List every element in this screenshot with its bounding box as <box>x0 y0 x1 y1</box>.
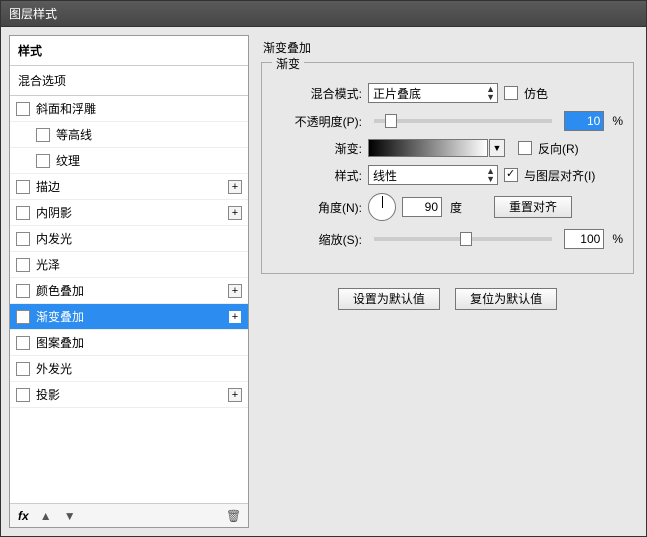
scale-slider[interactable] <box>374 237 552 241</box>
style-row-4[interactable]: 内阴影+ <box>10 200 248 226</box>
default-buttons-row: 设置为默认值 复位为默认值 <box>261 288 634 310</box>
opacity-slider[interactable] <box>374 119 552 123</box>
arrow-down-icon[interactable]: ▼ <box>63 509 77 523</box>
angle-label: 角度(N): <box>272 199 362 216</box>
chevron-updown-icon: ▲▼ <box>486 85 495 101</box>
angle-unit: 度 <box>450 199 462 216</box>
style-checkbox[interactable] <box>36 128 50 142</box>
percent-unit: % <box>612 114 623 128</box>
style-row-9[interactable]: 图案叠加 <box>10 330 248 356</box>
style-select-label: 样式: <box>272 167 362 184</box>
style-checkbox[interactable] <box>16 388 30 402</box>
plus-icon[interactable]: + <box>228 206 242 220</box>
style-checkbox[interactable] <box>16 310 30 324</box>
style-label: 渐变叠加 <box>36 308 228 325</box>
opacity-label: 不透明度(P): <box>272 113 362 130</box>
arrow-up-icon[interactable]: ▲ <box>39 509 53 523</box>
styles-panel: 样式 混合选项 斜面和浮雕等高线纹理描边+内阴影+内发光光泽颜色叠加+渐变叠加+… <box>9 35 249 528</box>
chevron-updown-icon: ▲▼ <box>486 167 495 183</box>
dither-label: 仿色 <box>524 85 548 102</box>
layer-style-dialog: 图层样式 样式 混合选项 斜面和浮雕等高线纹理描边+内阴影+内发光光泽颜色叠加+… <box>0 0 647 537</box>
scale-input[interactable]: 100 <box>564 229 604 249</box>
styles-list: 样式 混合选项 斜面和浮雕等高线纹理描边+内阴影+内发光光泽颜色叠加+渐变叠加+… <box>10 36 248 503</box>
angle-dial[interactable] <box>368 193 396 221</box>
style-row-5[interactable]: 内发光 <box>10 226 248 252</box>
blend-mode-select[interactable]: 正片叠底 ▲▼ <box>368 83 498 103</box>
style-label: 等高线 <box>56 126 242 143</box>
reverse-label: 反向(R) <box>538 140 579 157</box>
style-checkbox[interactable] <box>36 154 50 168</box>
gradient-dropdown-icon[interactable]: ▼ <box>489 139 505 157</box>
set-default-button[interactable]: 设置为默认值 <box>338 288 440 310</box>
styles-footer: fx ▲ ▼ 🗑 <box>10 503 248 527</box>
style-row-1[interactable]: 等高线 <box>10 122 248 148</box>
style-row-6[interactable]: 光泽 <box>10 252 248 278</box>
style-label: 颜色叠加 <box>36 282 228 299</box>
style-label: 光泽 <box>36 256 242 273</box>
style-row-2[interactable]: 纹理 <box>10 148 248 174</box>
style-label: 外发光 <box>36 360 242 377</box>
style-row-7[interactable]: 颜色叠加+ <box>10 278 248 304</box>
blend-options-header[interactable]: 混合选项 <box>10 66 248 96</box>
plus-icon[interactable]: + <box>228 284 242 298</box>
style-checkbox[interactable] <box>16 284 30 298</box>
reset-default-button[interactable]: 复位为默认值 <box>455 288 557 310</box>
style-select[interactable]: 线性 ▲▼ <box>368 165 498 185</box>
style-checkbox[interactable] <box>16 232 30 246</box>
trash-icon[interactable]: 🗑 <box>226 509 240 523</box>
scale-label: 缩放(S): <box>272 231 362 248</box>
reset-align-button[interactable]: 重置对齐 <box>494 196 572 218</box>
reverse-checkbox[interactable] <box>518 141 532 155</box>
style-row-0[interactable]: 斜面和浮雕 <box>10 96 248 122</box>
style-label: 纹理 <box>56 152 242 169</box>
gradient-overlay-panel: 渐变叠加 渐变 混合模式: 正片叠底 ▲▼ 仿色 不透明度(P): 10 % <box>257 35 638 528</box>
plus-icon[interactable]: + <box>228 180 242 194</box>
style-checkbox[interactable] <box>16 102 30 116</box>
style-row-8[interactable]: 渐变叠加+ <box>10 304 248 330</box>
align-label: 与图层对齐(I) <box>524 167 595 184</box>
style-label: 图案叠加 <box>36 334 242 351</box>
style-value: 线性 <box>373 167 397 184</box>
style-checkbox[interactable] <box>16 206 30 220</box>
gradient-label: 渐变: <box>272 140 362 157</box>
style-checkbox[interactable] <box>16 336 30 350</box>
opacity-input[interactable]: 10 <box>564 111 604 131</box>
style-row-3[interactable]: 描边+ <box>10 174 248 200</box>
fx-icon[interactable]: fx <box>18 509 29 523</box>
gradient-group: 渐变 混合模式: 正片叠底 ▲▼ 仿色 不透明度(P): 10 % <box>261 62 634 274</box>
window-title: 图层样式 <box>9 7 57 21</box>
style-checkbox[interactable] <box>16 362 30 376</box>
gradient-swatch[interactable]: ▼ <box>368 139 488 157</box>
plus-icon[interactable]: + <box>228 388 242 402</box>
section-title: 渐变叠加 <box>263 39 634 56</box>
angle-input[interactable]: 90 <box>402 197 442 217</box>
style-label: 斜面和浮雕 <box>36 100 242 117</box>
style-label: 内阴影 <box>36 204 228 221</box>
group-legend: 渐变 <box>272 55 304 72</box>
percent-unit: % <box>612 232 623 246</box>
dither-checkbox[interactable] <box>504 86 518 100</box>
blend-mode-label: 混合模式: <box>272 85 362 102</box>
style-label: 投影 <box>36 386 228 403</box>
style-label: 内发光 <box>36 230 242 247</box>
style-label: 描边 <box>36 178 228 195</box>
style-row-11[interactable]: 投影+ <box>10 382 248 408</box>
style-row-10[interactable]: 外发光 <box>10 356 248 382</box>
style-checkbox[interactable] <box>16 180 30 194</box>
style-checkbox[interactable] <box>16 258 30 272</box>
titlebar[interactable]: 图层样式 <box>1 1 646 27</box>
align-checkbox[interactable] <box>504 168 518 182</box>
blend-mode-value: 正片叠底 <box>373 85 421 102</box>
plus-icon[interactable]: + <box>228 310 242 324</box>
styles-header[interactable]: 样式 <box>10 36 248 66</box>
